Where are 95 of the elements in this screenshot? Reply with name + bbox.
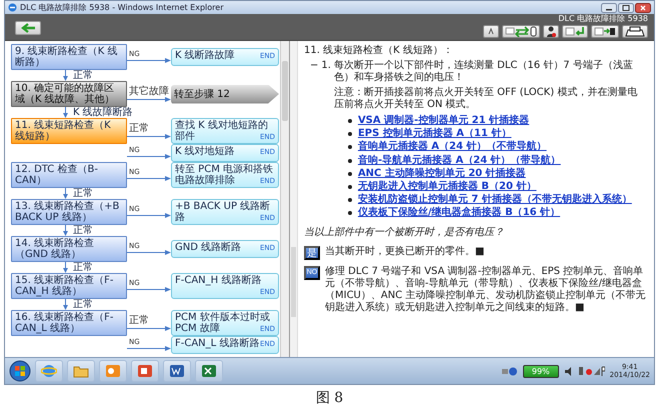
- close-button[interactable]: [635, 2, 651, 12]
- collapse-toggle[interactable]: −: [310, 60, 318, 220]
- connector-arrow: [127, 58, 171, 64]
- bullet-icon: [348, 132, 352, 136]
- bullet-icon: [348, 172, 352, 176]
- branch-label: 正常: [128, 315, 150, 326]
- profile-button[interactable]: [543, 25, 559, 38]
- connector-link[interactable]: 无钥匙进入控制单元插接器 B（20 针）: [358, 180, 536, 194]
- window-title: DLC 电路故障排除 5938 - Windows Internet Explorer: [20, 2, 224, 13]
- connector-arrow: [127, 176, 171, 182]
- step-box[interactable]: 13. 线束断路检查（+B BACK UP 线路）: [11, 199, 127, 225]
- spreadsheet-app-icon: [201, 363, 217, 379]
- instruction-text: 每次断开一个以下部件时，连续测量 DLC（16 针）7 号端子（浅蓝色）和车身搭铁之间的电压！: [334, 60, 634, 85]
- spreadsheet-app-button[interactable]: [195, 360, 223, 382]
- connector-arrow: [127, 346, 171, 352]
- printer-icon: [625, 26, 645, 37]
- step-box[interactable]: 12. DTC 检查（B-CAN）: [11, 162, 127, 188]
- connector-arrow: [63, 225, 68, 236]
- scrollbar[interactable]: [290, 41, 298, 357]
- folder-button[interactable]: [67, 360, 95, 382]
- connector-link[interactable]: 仪表板下保险丝/继电器盒插接器 B（16 针）: [358, 207, 560, 220]
- branch-label: 正常: [73, 188, 93, 199]
- connector-arrow: [63, 262, 68, 273]
- slides-app-icon: [137, 363, 153, 379]
- branch-label: 正常: [73, 225, 93, 236]
- step-box[interactable]: 11. 线束短路检查（K 线短路）: [11, 118, 127, 144]
- person-icon: [546, 26, 556, 37]
- swap-arrows-icon: [505, 26, 537, 37]
- connector-arrow: [127, 213, 171, 218]
- browser-icon: [41, 363, 57, 379]
- bullet-icon: [348, 119, 352, 124]
- branch-label: 其它故障: [128, 86, 170, 97]
- connector-link[interactable]: 音响-导航单元插接器 A（24 针）（带导航）: [358, 154, 561, 167]
- document-app-icon: [169, 363, 185, 379]
- connector-arrow: [63, 188, 68, 199]
- page-return-button[interactable]: [562, 25, 588, 38]
- slides-app-button[interactable]: [131, 360, 159, 382]
- question-text: 当以上部件中有一个被断开时，是否有电压？: [304, 227, 505, 240]
- connector-arrow: [127, 250, 171, 256]
- help-button[interactable]: [483, 25, 499, 38]
- start-button[interactable]: [9, 360, 31, 382]
- connector-arrow: [63, 70, 68, 81]
- connector-arrow: [63, 299, 68, 310]
- step-box[interactable]: 15. 线束断路检查（F-CAN_H 线路）: [11, 273, 127, 299]
- connector-link[interactable]: 安装机防盗锁止控制单元 7 针插接器（不带无钥匙进入系统）: [358, 194, 632, 206]
- caret-icon: [486, 26, 496, 37]
- maximize-button[interactable]: [618, 2, 634, 12]
- connector-arrow: [127, 134, 171, 139]
- connector-link[interactable]: EPS 控制单元插接器 A（11 针）: [358, 128, 512, 140]
- browser-icon: [8, 3, 17, 12]
- speaker-icon[interactable]: [564, 366, 574, 376]
- answer-button[interactable]: 是: [304, 246, 320, 260]
- branch-label: 正常: [128, 123, 150, 134]
- connector-link[interactable]: VSA 调制器-控制器单元 21 针插接器: [358, 114, 530, 128]
- step-box[interactable]: 10. 确定可能的故障区域（K 线故障、其他）: [11, 81, 127, 107]
- branch-label: K 线故障断路: [73, 107, 133, 118]
- bullet-icon: [348, 145, 352, 150]
- bullet-icon: [348, 184, 352, 189]
- branch-label: 正常: [73, 70, 93, 81]
- page-title: DLC 电路故障排除 5938: [558, 13, 648, 24]
- figure-caption: 图 8: [316, 389, 344, 407]
- page-save-button[interactable]: [591, 25, 619, 38]
- connector-arrow: [63, 107, 68, 118]
- branch-label: 正常: [73, 299, 93, 310]
- minimize-button[interactable]: [601, 2, 617, 12]
- connector-arrow: [127, 287, 171, 292]
- step-box[interactable]: 16. 线束断路检查（F-CAN_L 线路）: [11, 310, 127, 336]
- document-app-button[interactable]: [163, 360, 191, 382]
- connector-link[interactable]: 音响单元插接器 A（24 针）（不带导航）: [358, 141, 547, 154]
- section-heading: 11. 线束短路检查（K 线短路）：: [304, 45, 454, 58]
- bullet-icon: [348, 211, 352, 216]
- step-number: 1.: [321, 60, 331, 74]
- print-button[interactable]: [622, 25, 648, 38]
- scrollbar[interactable]: [280, 41, 289, 357]
- step-box[interactable]: 14. 线束断路检查（GND 线路）: [11, 236, 127, 262]
- note-text: 注意：断开插接器前将点火开关转至 OFF (LOCK) 模式，并在测量电压前将点火开关转至 ON 模式。: [334, 86, 638, 111]
- branch-label: 正常: [73, 262, 93, 273]
- step-box[interactable]: 9. 线束断路检查（K 线断路）: [11, 44, 127, 70]
- connector-arrow: [127, 154, 171, 160]
- mail-app-icon: [105, 363, 121, 379]
- flag-icon[interactable]: [578, 366, 605, 376]
- back-button[interactable]: [15, 21, 41, 35]
- bullet-icon: [348, 158, 352, 163]
- answer-text: 当其断开时，更换已断开的零件。■: [325, 246, 484, 258]
- connector-link[interactable]: ANC 主动降噪控制单元 20 针插接器: [358, 168, 526, 180]
- connector-arrow: [127, 326, 171, 331]
- arrow-left-icon: [20, 23, 36, 33]
- return-arrow-icon: [565, 26, 585, 37]
- connector-arrow: [127, 97, 171, 102]
- bullet-icon: [348, 198, 352, 202]
- network-icon[interactable]: [502, 366, 518, 376]
- sync-button[interactable]: [502, 25, 540, 38]
- result-box[interactable]: 转至步骤 12: [171, 84, 279, 104]
- answer-text: 修理 DLC 7 号端子和 VSA 调制器-控制器单元、EPS 控制单元、音响单元（不带导航）、音响-导航单元（带导航）、仪表板下保险丝/继电器盒（MICU）、ANC 主动降噪控制单元、发动机防盗锁止控制单元（不带无钥匙进入系统）或无钥匙进入控制单元之间线束的短路。■: [325, 266, 646, 314]
- page-arrow-icon: [594, 26, 616, 37]
